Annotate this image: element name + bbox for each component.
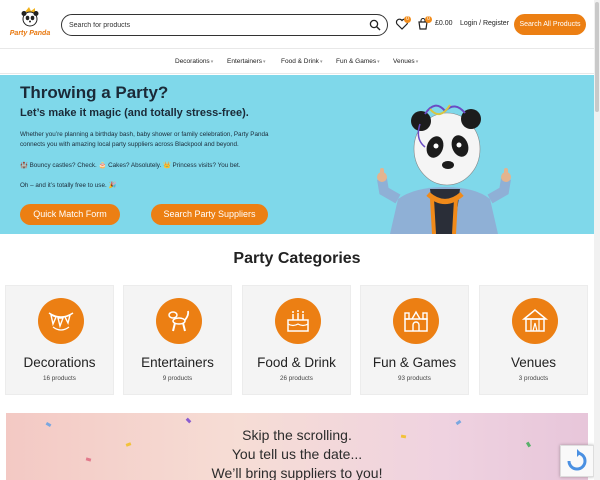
category-name: Venues (510, 355, 557, 370)
main-nav: Decorations▾ Entertainers▾ Food & Drink▾… (0, 48, 600, 74)
category-card-fun-games[interactable]: Fun & Games 93 products (360, 285, 469, 395)
category-icon-circle (156, 298, 202, 344)
panda-mascot-image (377, 104, 511, 234)
hero-body-text: Whether you’re planning a birthday bash,… (20, 131, 269, 148)
scrollbar-thumb[interactable] (595, 2, 599, 112)
wishlist-count-badge: 0 (404, 16, 411, 23)
banner-line-3: We’ll bring suppliers to you! (211, 465, 383, 480)
category-name: Entertainers (141, 355, 214, 370)
recaptcha-badge[interactable] (560, 445, 594, 477)
login-register-link[interactable]: Login / Register (460, 20, 509, 27)
category-icon-circle (393, 298, 439, 344)
hero-title: Throwing a Party? (20, 83, 169, 102)
banner-line-1: Skip the scrolling. (242, 427, 352, 443)
bouncy-castle-icon (404, 310, 428, 332)
category-icon-circle (275, 298, 321, 344)
category-name: Decorations (23, 355, 96, 370)
page-scrollbar[interactable] (594, 0, 600, 480)
nav-item-venues[interactable]: Venues▾ (393, 58, 418, 65)
confetti-decoration (455, 419, 462, 426)
cart-total[interactable]: £0.00 (435, 20, 453, 27)
panda-logo-icon (21, 7, 39, 27)
site-header: Party Panda 0 0 £0.00 Login / Register S… (0, 0, 600, 48)
category-card-entertainers[interactable]: Entertainers 9 products (123, 285, 232, 395)
category-card-venues[interactable]: Venues 3 products (479, 285, 588, 395)
nav-item-fun-games[interactable]: Fun & Games▾ (336, 58, 380, 65)
quick-match-form-button[interactable]: Quick Match Form (20, 204, 120, 225)
nav-item-label: Food & Drink (281, 58, 319, 65)
category-count: 26 products (280, 375, 313, 382)
chevron-down-icon: ▾ (263, 59, 266, 65)
logo-text: Party Panda (9, 30, 51, 37)
hero-feature-list: 🏰 Bouncy castles? Check. 🎂 Cakes? Absolu… (20, 162, 241, 169)
search-party-suppliers-button[interactable]: Search Party Suppliers (151, 204, 268, 225)
chevron-down-icon: ▾ (210, 59, 214, 65)
chevron-down-icon: ▾ (415, 59, 419, 65)
category-count: 9 products (162, 375, 193, 382)
category-count: 3 products (518, 375, 549, 382)
cake-icon (287, 310, 309, 332)
category-name: Fun & Games (372, 355, 457, 370)
bunting-icon (48, 312, 74, 331)
hero-banner: Throwing a Party? Let’s make it magic (a… (0, 75, 594, 234)
nav-item-label: Decorations (175, 58, 210, 65)
banner-line-2: You tell us the date... (231, 446, 363, 462)
nav-item-label: Fun & Games (336, 58, 377, 65)
category-count: 16 products (43, 375, 76, 382)
category-icon-circle (38, 298, 84, 344)
category-card-food-drink[interactable]: Food & Drink 26 products (242, 285, 351, 395)
cart-count-badge: 0 (425, 16, 432, 23)
nav-item-label: Entertainers (227, 58, 263, 65)
nav-item-decorations[interactable]: Decorations▾ (175, 58, 213, 65)
balloon-dog-icon (168, 310, 190, 332)
search-input[interactable] (69, 18, 359, 33)
nav-item-label: Venues (393, 58, 415, 65)
promo-banner: Skip the scrolling. You tell us the date… (6, 413, 588, 480)
nav-item-food-drink[interactable]: Food & Drink▾ (281, 58, 322, 65)
hero-subtitle: Let’s make it magic (and totally stress-… (20, 107, 249, 119)
tent-icon (521, 309, 549, 332)
nav-item-entertainers[interactable]: Entertainers▾ (227, 58, 266, 65)
search-icon[interactable] (369, 19, 381, 31)
hero-free-note: Oh – and it’s totally free to use. 🎉 (20, 182, 117, 189)
categories-title: Party Categories (233, 250, 361, 267)
category-card-decorations[interactable]: Decorations 16 products (5, 285, 114, 395)
chevron-down-icon: ▾ (377, 59, 380, 65)
search-all-products-button[interactable]: Search All Products (514, 14, 586, 35)
confetti-decoration (185, 417, 192, 424)
category-icon-circle (512, 298, 558, 344)
category-name: Food & Drink (257, 355, 336, 370)
chevron-down-icon: ▾ (319, 59, 323, 65)
search-bar[interactable] (61, 14, 388, 36)
recaptcha-icon (567, 449, 587, 471)
category-count: 93 products (398, 375, 431, 382)
site-logo[interactable]: Party Panda (8, 6, 52, 44)
